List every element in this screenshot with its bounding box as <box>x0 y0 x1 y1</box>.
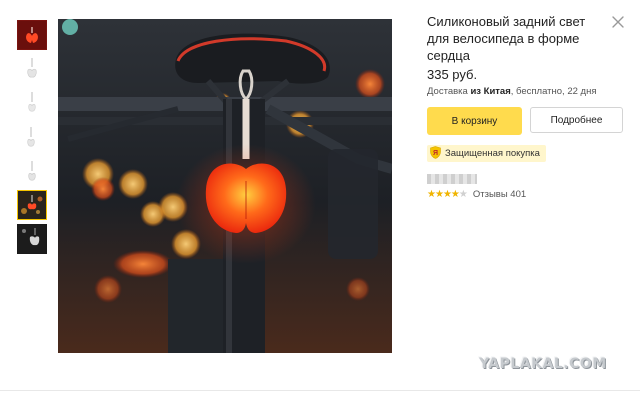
shield-ya-icon: Я <box>430 145 441 162</box>
star-icon: ★ <box>442 189 452 200</box>
dark-light-thumbnail <box>18 225 46 253</box>
close-icon <box>612 16 624 28</box>
white-light-thumbnail <box>27 127 35 147</box>
divider <box>0 390 640 391</box>
close-button[interactable] <box>610 14 626 30</box>
seller-name-pixelated <box>427 174 477 184</box>
thumbnail-7[interactable] <box>17 224 47 254</box>
watermark: YAPLAKAL.COM <box>479 356 607 372</box>
product-title: Силиконовый задний свет для велосипеда в… <box>427 14 586 63</box>
thumbnail-3[interactable] <box>17 88 47 118</box>
product-main-image <box>58 19 392 353</box>
rating-stars: ★★★★★ <box>427 189 468 200</box>
product-rating: ★★★★★ Отзывы 401 <box>427 189 526 200</box>
thumbnail-1[interactable] <box>17 20 47 50</box>
details-button[interactable]: Подробнее <box>530 107 623 133</box>
delivery-origin: из Китая <box>470 86 511 97</box>
white-light-thumbnail <box>28 161 36 181</box>
star-icon: ★ <box>434 189 444 200</box>
shield-letter: Я <box>433 150 438 157</box>
thumbnail-5[interactable] <box>17 156 47 186</box>
thumbnail-6[interactable] <box>17 190 47 220</box>
star-icon: ★ <box>450 189 460 200</box>
delivery-prefix: Доставка <box>427 86 471 97</box>
thumbnail-4[interactable] <box>17 122 47 152</box>
white-light-thumbnail <box>28 92 36 112</box>
delivery-terms: , бесплатно, 22 дня <box>510 86 597 97</box>
product-price: 335 руб. <box>427 67 478 82</box>
thumbnail-2[interactable] <box>17 54 47 84</box>
white-light-thumbnail <box>27 58 37 78</box>
heart-light-thumbnail <box>18 21 46 49</box>
reviews-link[interactable]: Отзывы 401 <box>473 189 526 200</box>
star-icon: ★ <box>458 189 468 200</box>
star-icon: ★ <box>427 189 436 200</box>
secure-purchase-badge: Я Защищенная покупка <box>427 145 546 162</box>
bike-light-thumbnail <box>18 191 46 219</box>
add-to-cart-button[interactable]: В корзину <box>427 107 522 135</box>
bike-heart-light-photo <box>58 19 392 353</box>
secure-purchase-label: Защищенная покупка <box>445 148 540 159</box>
delivery-info: Доставка из Китая, бесплатно, 22 дня <box>427 86 596 97</box>
